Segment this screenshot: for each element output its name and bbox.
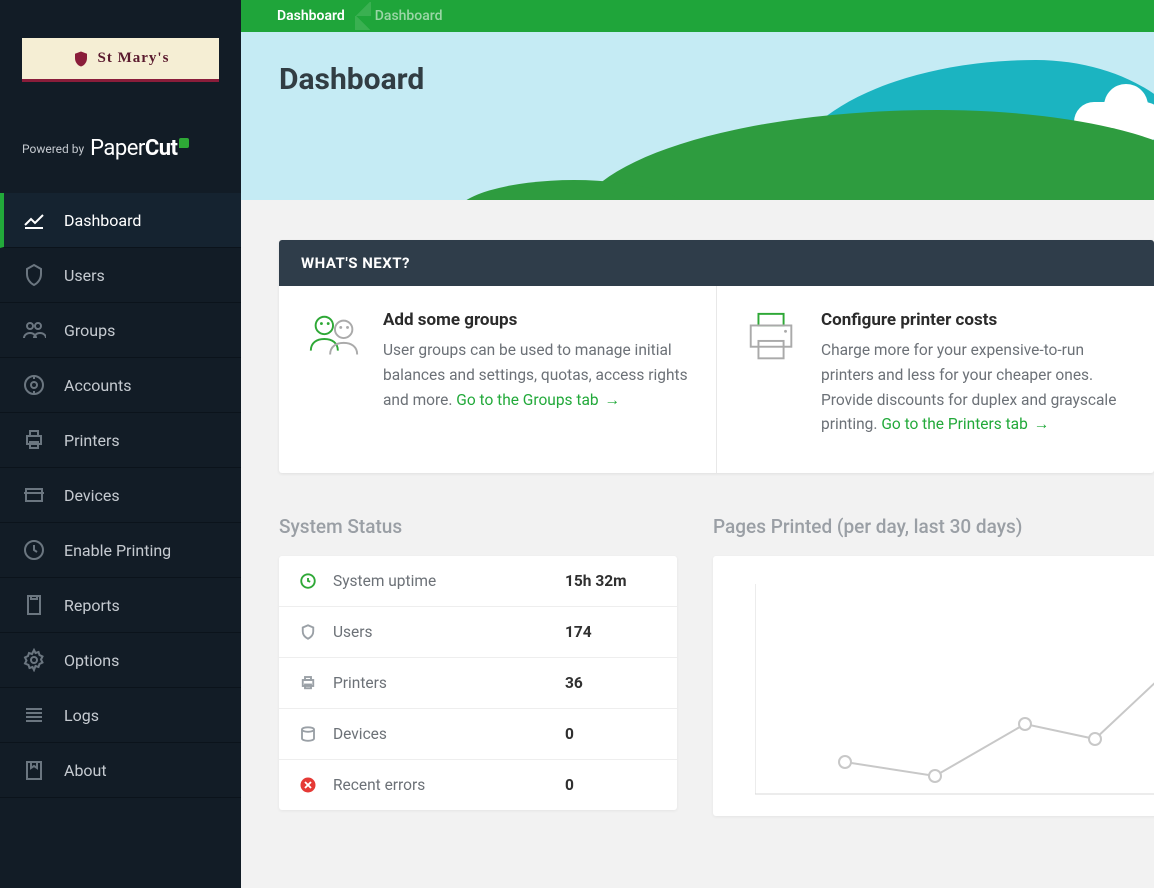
status-row-devices: Devices 0 [279,709,677,760]
about-icon [22,758,46,782]
status-value: 36 [565,674,657,692]
whats-next-card-printers: Configure printer costs Charge more for … [717,286,1154,473]
users-icon [22,263,46,287]
status-row-users: Users 174 [279,607,677,658]
status-row-errors: Recent errors 0 [279,760,677,810]
breadcrumb: Dashboard Dashboard [241,0,1154,32]
status-row-printers: Printers 36 [279,658,677,709]
sidebar-item-label: Printers [64,431,120,450]
status-value: 174 [565,623,657,641]
line-chart [755,584,1154,814]
accounts-icon [22,373,46,397]
sidebar-item-label: Groups [64,321,115,340]
dashboard-icon [22,208,46,232]
page-title: Dashboard [279,62,424,97]
printer-illustration-icon [743,310,801,437]
powered-prefix: Powered by [22,142,84,156]
reports-icon [22,593,46,617]
pages-printed-title: Pages Printed (per day, last 30 days) [713,515,1154,538]
status-value: 0 [565,776,657,794]
status-value: 0 [565,725,657,743]
hill-decoration [574,110,1154,200]
arrow-icon: → [1034,415,1050,433]
sidebar-item-label: Options [64,651,119,670]
clock-icon [299,572,317,590]
sidebar-item-devices[interactable]: Devices [0,468,241,523]
go-to-printers-link[interactable]: Go to the Printers tab→ [881,415,1049,433]
status-row-uptime: System uptime 15h 32m [279,556,677,607]
whats-next-card-groups: Add some groups User groups can be used … [279,286,717,473]
system-status-list: System uptime 15h 32m Users 174 Printers… [279,556,677,810]
status-label: Printers [333,674,565,692]
sidebar-item-label: Accounts [64,376,131,395]
options-icon [22,648,46,672]
arrow-icon: → [605,391,621,409]
sidebar-item-label: Users [64,266,105,285]
sidebar-item-groups[interactable]: Groups [0,303,241,358]
groups-illustration-icon [305,310,363,437]
sidebar-item-dashboard[interactable]: Dashboard [0,193,241,248]
status-label: Recent errors [333,776,565,794]
card-title: Configure printer costs [821,310,1128,330]
sidebar-item-label: Dashboard [64,211,141,230]
sidebar-item-accounts[interactable]: Accounts [0,358,241,413]
logs-icon [22,703,46,727]
sidebar-item-label: Devices [64,486,120,505]
devices-icon [22,483,46,507]
main-content: Dashboard Dashboard Dashboard WHAT'S NEX… [241,0,1154,888]
status-label: Users [333,623,565,641]
whats-next-panel: WHAT'S NEXT? Add some groups User groups… [279,240,1154,473]
papercut-logo: PaperCut [90,136,188,161]
sidebar-item-logs[interactable]: Logs [0,688,241,743]
system-status-title: System Status [279,515,677,538]
status-label: Devices [333,725,565,743]
breadcrumb-item[interactable]: Dashboard [265,2,363,30]
hero-banner: Dashboard [241,32,1154,200]
card-body: User groups can be used to manage initia… [383,338,690,412]
leaf-icon [179,138,189,148]
sidebar-item-options[interactable]: Options [0,633,241,688]
pages-printed-chart [713,556,1154,816]
sidebar: St Mary's Powered by PaperCut Dashboard … [0,0,241,888]
card-body: Charge more for your expensive-to-run pr… [821,338,1128,437]
crest-icon [72,49,90,69]
sidebar-item-reports[interactable]: Reports [0,578,241,633]
card-title: Add some groups [383,310,690,330]
sidebar-item-users[interactable]: Users [0,248,241,303]
school-logo: St Mary's [22,38,219,82]
printer-icon [299,674,317,692]
go-to-groups-link[interactable]: Go to the Groups tab→ [456,391,620,409]
devices-icon [299,725,317,743]
school-logo-text: St Mary's [98,50,170,67]
sidebar-item-label: Enable Printing [64,541,171,560]
shield-icon [299,623,317,641]
status-label: System uptime [333,572,565,590]
sidebar-item-label: Logs [64,706,99,725]
breadcrumb-item[interactable]: Dashboard [363,2,461,30]
enable-printing-icon [22,538,46,562]
groups-icon [22,318,46,342]
whats-next-header: WHAT'S NEXT? [279,240,1154,286]
powered-by: Powered by PaperCut [0,100,241,193]
sidebar-item-enable-printing[interactable]: Enable Printing [0,523,241,578]
sidebar-item-about[interactable]: About [0,743,241,798]
sidebar-item-printers[interactable]: Printers [0,413,241,468]
printers-icon [22,428,46,452]
error-icon [299,776,317,794]
status-value: 15h 32m [565,572,657,590]
sidebar-item-label: About [64,761,107,780]
sidebar-item-label: Reports [64,596,120,615]
